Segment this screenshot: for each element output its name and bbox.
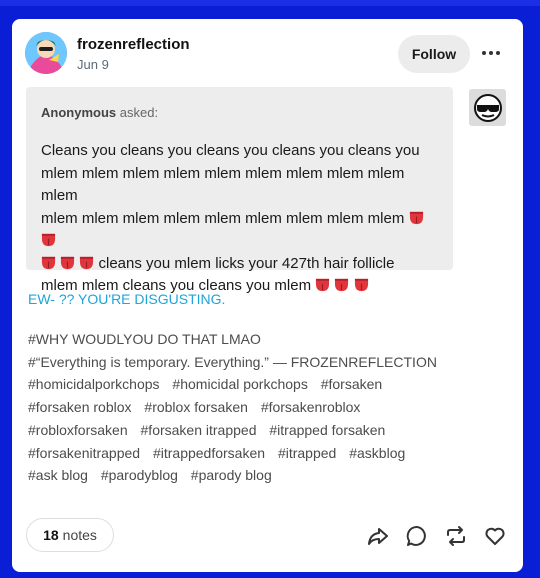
- tongue-emoji-icon: [409, 211, 423, 224]
- asker-name[interactable]: Anonymous: [41, 105, 116, 120]
- tag-link[interactable]: #homicidal porkchops: [172, 376, 307, 392]
- tongue-emoji-icon: [80, 256, 94, 269]
- tag-link[interactable]: #roblox forsaken: [144, 399, 248, 415]
- top-bar: [0, 0, 540, 6]
- asker-avatar[interactable]: [469, 89, 506, 126]
- tag-link[interactable]: #forsakenitrapped: [28, 445, 140, 461]
- tongue-emoji-icon: [41, 256, 56, 269]
- notes-count: 18: [43, 527, 59, 543]
- notes-label: notes: [62, 527, 97, 543]
- tag-list: #WHY WOUDLYOU DO THAT LMAO #“Everything …: [28, 328, 498, 487]
- tag-link[interactable]: #itrappedforsaken: [153, 445, 265, 461]
- blog-name[interactable]: frozenreflection: [77, 36, 190, 53]
- tag-link[interactable]: #parody blog: [191, 467, 272, 483]
- answer-text: EW- ?? YOU'RE DISGUSTING.: [28, 291, 226, 307]
- tag-link[interactable]: #“Everything is temporary. Everything.” …: [28, 354, 437, 370]
- blog-avatar[interactable]: [25, 32, 67, 74]
- tag-link[interactable]: #forsakenroblox: [261, 399, 361, 415]
- reply-icon[interactable]: [405, 524, 429, 548]
- tag-link[interactable]: #forsaken roblox: [28, 399, 132, 415]
- tag-link[interactable]: #homicidalporkchops: [28, 376, 160, 392]
- share-icon[interactable]: [366, 524, 390, 548]
- anonymous-avatar-icon: [473, 93, 502, 122]
- ask-question: Cleans you cleans you cleans you cleans …: [41, 140, 439, 298]
- tag-link[interactable]: #itrapped: [278, 445, 336, 461]
- tag-link[interactable]: #askblog: [349, 445, 405, 461]
- follow-button[interactable]: Follow: [398, 35, 470, 73]
- question-line: mlem mlem mlem mlem mlem mlem mlem mlem …: [41, 164, 405, 205]
- tag-link[interactable]: #ask blog: [28, 467, 88, 483]
- notes-button[interactable]: 18 notes: [26, 518, 114, 552]
- question-line: mlem mlem mlem mlem mlem mlem mlem mlem …: [41, 209, 405, 227]
- tongue-emoji-icon: [354, 278, 368, 292]
- tag-link[interactable]: #robloxforsaken: [28, 422, 128, 438]
- tag-link[interactable]: #WHY WOUDLYOU DO THAT LMAO: [28, 331, 261, 347]
- more-options-icon[interactable]: [478, 45, 504, 61]
- reblog-icon[interactable]: [444, 524, 468, 548]
- post-card: frozenreflection Jun 9 Follow Anonymous …: [12, 19, 523, 572]
- asked-label: asked:: [119, 105, 159, 120]
- question-line: cleans you mlem licks your 427th hair fo…: [94, 254, 395, 272]
- tag-link[interactable]: #forsaken itrapped: [141, 422, 257, 438]
- asker-line: Anonymous asked:: [41, 105, 439, 120]
- tongue-emoji-icon: [316, 278, 330, 292]
- ask-box: Anonymous asked: Cleans you cleans you c…: [26, 87, 453, 294]
- post-date[interactable]: Jun 9: [77, 57, 109, 72]
- tongue-emoji-icon: [335, 278, 349, 292]
- tongue-emoji-icon: [61, 256, 75, 269]
- tag-link[interactable]: #forsaken: [321, 376, 382, 392]
- question-line: Cleans you cleans you cleans you cleans …: [41, 142, 420, 159]
- tongue-emoji-icon: [41, 233, 56, 247]
- like-icon[interactable]: [483, 524, 507, 548]
- tag-link[interactable]: #itrapped forsaken: [269, 422, 385, 438]
- tag-link[interactable]: #parodyblog: [101, 467, 178, 483]
